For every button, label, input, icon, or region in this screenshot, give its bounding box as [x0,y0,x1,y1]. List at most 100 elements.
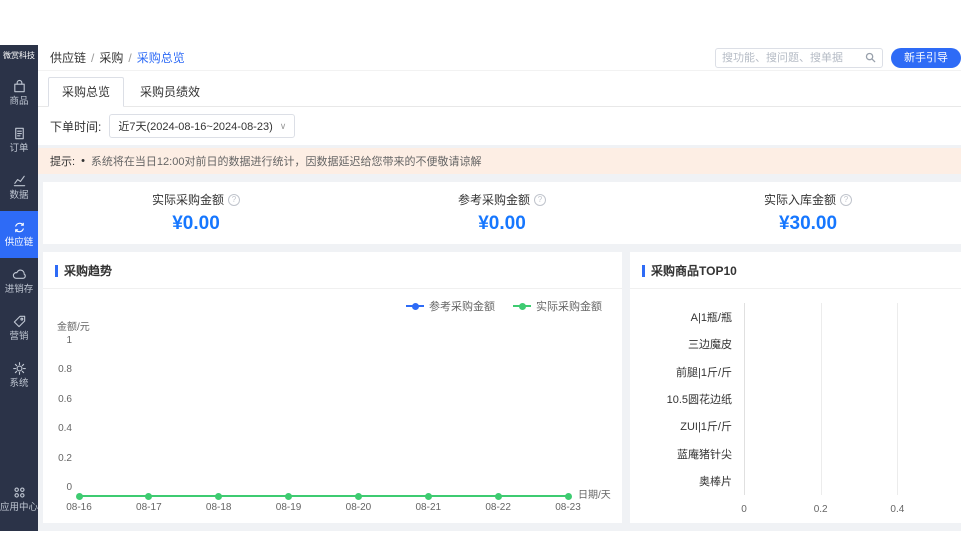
y-axis-ticks: 1 0.8 0.6 0.4 0.2 0 [53,335,79,493]
chevron-down-icon: ∨ [280,122,287,131]
panel-header: 采购商品TOP10 [630,262,961,289]
legend-item-reference[interactable]: 参考采购金额 [406,298,495,314]
data-point [355,493,362,500]
stat-actual-purchase: 实际采购金额 ¥0.00 [43,191,349,235]
x-tick: 08-20 [346,502,372,513]
tab-purchase-overview[interactable]: 采购总览 [48,77,124,107]
search-input[interactable] [722,52,865,64]
breadcrumb-supply-chain[interactable]: 供应链 [50,49,86,66]
search-box[interactable] [715,48,883,68]
sidebar-item-system[interactable]: 系统 [0,352,38,399]
x-tick: 0 [741,504,747,515]
newbie-guide-button[interactable]: 新手引导 [891,48,961,68]
notice-prefix: 提示: [50,153,75,169]
legend-marker-icon [406,305,424,307]
sidebar-item-label: 营销 [10,332,29,342]
help-icon[interactable] [534,194,546,206]
sidebar-item-orders[interactable]: 订单 [0,117,38,164]
y-tick: 0.8 [58,364,72,375]
date-range-select[interactable]: 近7天(2024-08-16~2024-08-23) ∨ [109,114,295,138]
search-icon[interactable] [865,52,876,63]
stat-reference-purchase: 参考采购金额 ¥0.00 [349,191,655,235]
sidebar-item-label: 供应链 [5,238,34,248]
main-content: 供应链 / 采购 / 采购总览 新手引导 采购总览 采购员绩效 下单时 [38,45,961,531]
sidebar-item-label: 进销存 [5,285,34,295]
breadcrumb-purchase[interactable]: 采购 [99,49,123,66]
sidebar-item-data[interactable]: 数据 [0,164,38,211]
x-tick: 08-19 [276,502,302,513]
y-tick: 0.4 [58,423,72,434]
legend-marker-icon [513,305,531,307]
notice-text: 系统将在当日12:00对前日的数据进行统计，因数据延迟给您带来的不便敬请谅解 [91,153,482,169]
title-accent-bar [642,265,645,277]
inventory-icon [12,267,27,282]
sidebar-item-app-center[interactable]: 应用中心 [0,476,38,523]
gridlines [744,303,957,495]
data-point [495,493,502,500]
panel-title: 采购商品TOP10 [651,262,737,279]
filter-bar: 下单时间: 近7天(2024-08-16~2024-08-23) ∨ [38,107,961,145]
marketing-icon [12,314,27,329]
data-point [215,493,222,500]
sidebar-item-label: 应用中心 [0,503,38,513]
plot-area: 0 0.2 0.4 [744,303,957,519]
category-label: 蓝庵猪针尖 [677,446,732,462]
category-label: 10.5圆花边纸 [667,391,732,407]
sidebar-item-products[interactable]: 商品 [0,70,38,117]
notice-banner: 提示: • 系统将在当日12:00对前日的数据进行统计，因数据延迟给您带来的不便… [38,148,961,174]
category-label: ZUI|1斤/斤 [680,418,732,434]
legend-label: 参考采购金额 [429,298,495,314]
tab-buyer-performance[interactable]: 采购员绩效 [126,77,214,106]
sidebar-item-label: 系统 [10,379,29,389]
gridline [744,303,745,495]
stat-inbound-amount: 实际入库金额 ¥30.00 [655,191,961,235]
order-time-label: 下单时间: [50,118,101,135]
data-point [565,493,572,500]
x-tick: 08-23 [555,502,581,513]
breadcrumb: 供应链 / 采购 / 采购总览 [50,49,185,66]
sidebar-item-label: 商品 [10,97,29,107]
stat-value: ¥30.00 [655,213,961,235]
x-tick: 08-17 [136,502,162,513]
settings-gear-icon [12,361,27,376]
y-tick: 1 [66,335,72,346]
top10-products-panel: 采购商品TOP10 A|1瓶/瓶 三边魔皮 前腿|1斤/斤 10.5圆花边纸 Z… [630,252,961,523]
charts-row: 采购趋势 参考采购金额 实际采购金额 金额/元 1 0 [43,252,961,523]
sidebar-item-supply-chain[interactable]: 供应链 [0,211,38,258]
orders-icon [12,126,27,141]
gridline [897,303,898,495]
stat-value: ¥0.00 [43,213,349,235]
y-tick: 0 [66,482,72,493]
line-chart: 1 0.8 0.6 0.4 0.2 0 [43,333,622,523]
topbar-right: 新手引导 [715,48,961,68]
legend-item-actual[interactable]: 实际采购金额 [513,298,602,314]
sidebar-item-label: 数据 [10,191,29,201]
sidebar-item-label: 订单 [10,144,29,154]
help-icon[interactable] [840,194,852,206]
tabs-bar: 采购总览 采购员绩效 [38,71,961,107]
bar-chart: A|1瓶/瓶 三边魔皮 前腿|1斤/斤 10.5圆花边纸 ZUI|1斤/斤 蓝庵… [630,289,961,523]
data-point [285,493,292,500]
stat-label: 实际入库金额 [764,191,836,208]
x-tick: 0.2 [814,504,828,515]
stat-label: 实际采购金额 [152,191,224,208]
x-axis-unit-label: 日期/天 [578,486,611,501]
app-center-icon [12,485,27,500]
panel-title: 采购趋势 [64,262,112,279]
x-tick: 08-21 [415,502,441,513]
logo: 微赏科技 [0,45,38,70]
gridline [821,303,822,495]
breadcrumb-separator: / [91,51,94,65]
help-icon[interactable] [228,194,240,206]
sidebar-item-marketing[interactable]: 营销 [0,305,38,352]
category-label: 三边魔皮 [688,336,732,352]
category-label: 前腿|1斤/斤 [676,364,732,380]
x-tick: 08-18 [206,502,232,513]
data-point [145,493,152,500]
date-range-value: 近7天(2024-08-16~2024-08-23) [118,118,272,134]
sidebar-item-inventory[interactable]: 进销存 [0,258,38,305]
topbar: 供应链 / 采购 / 采购总览 新手引导 [38,45,961,71]
plot-area: 08-16 08-17 08-18 08-19 08-20 08-21 08-2… [79,339,568,497]
x-tick: 0.4 [890,504,904,515]
legend-label: 实际采购金额 [536,298,602,314]
